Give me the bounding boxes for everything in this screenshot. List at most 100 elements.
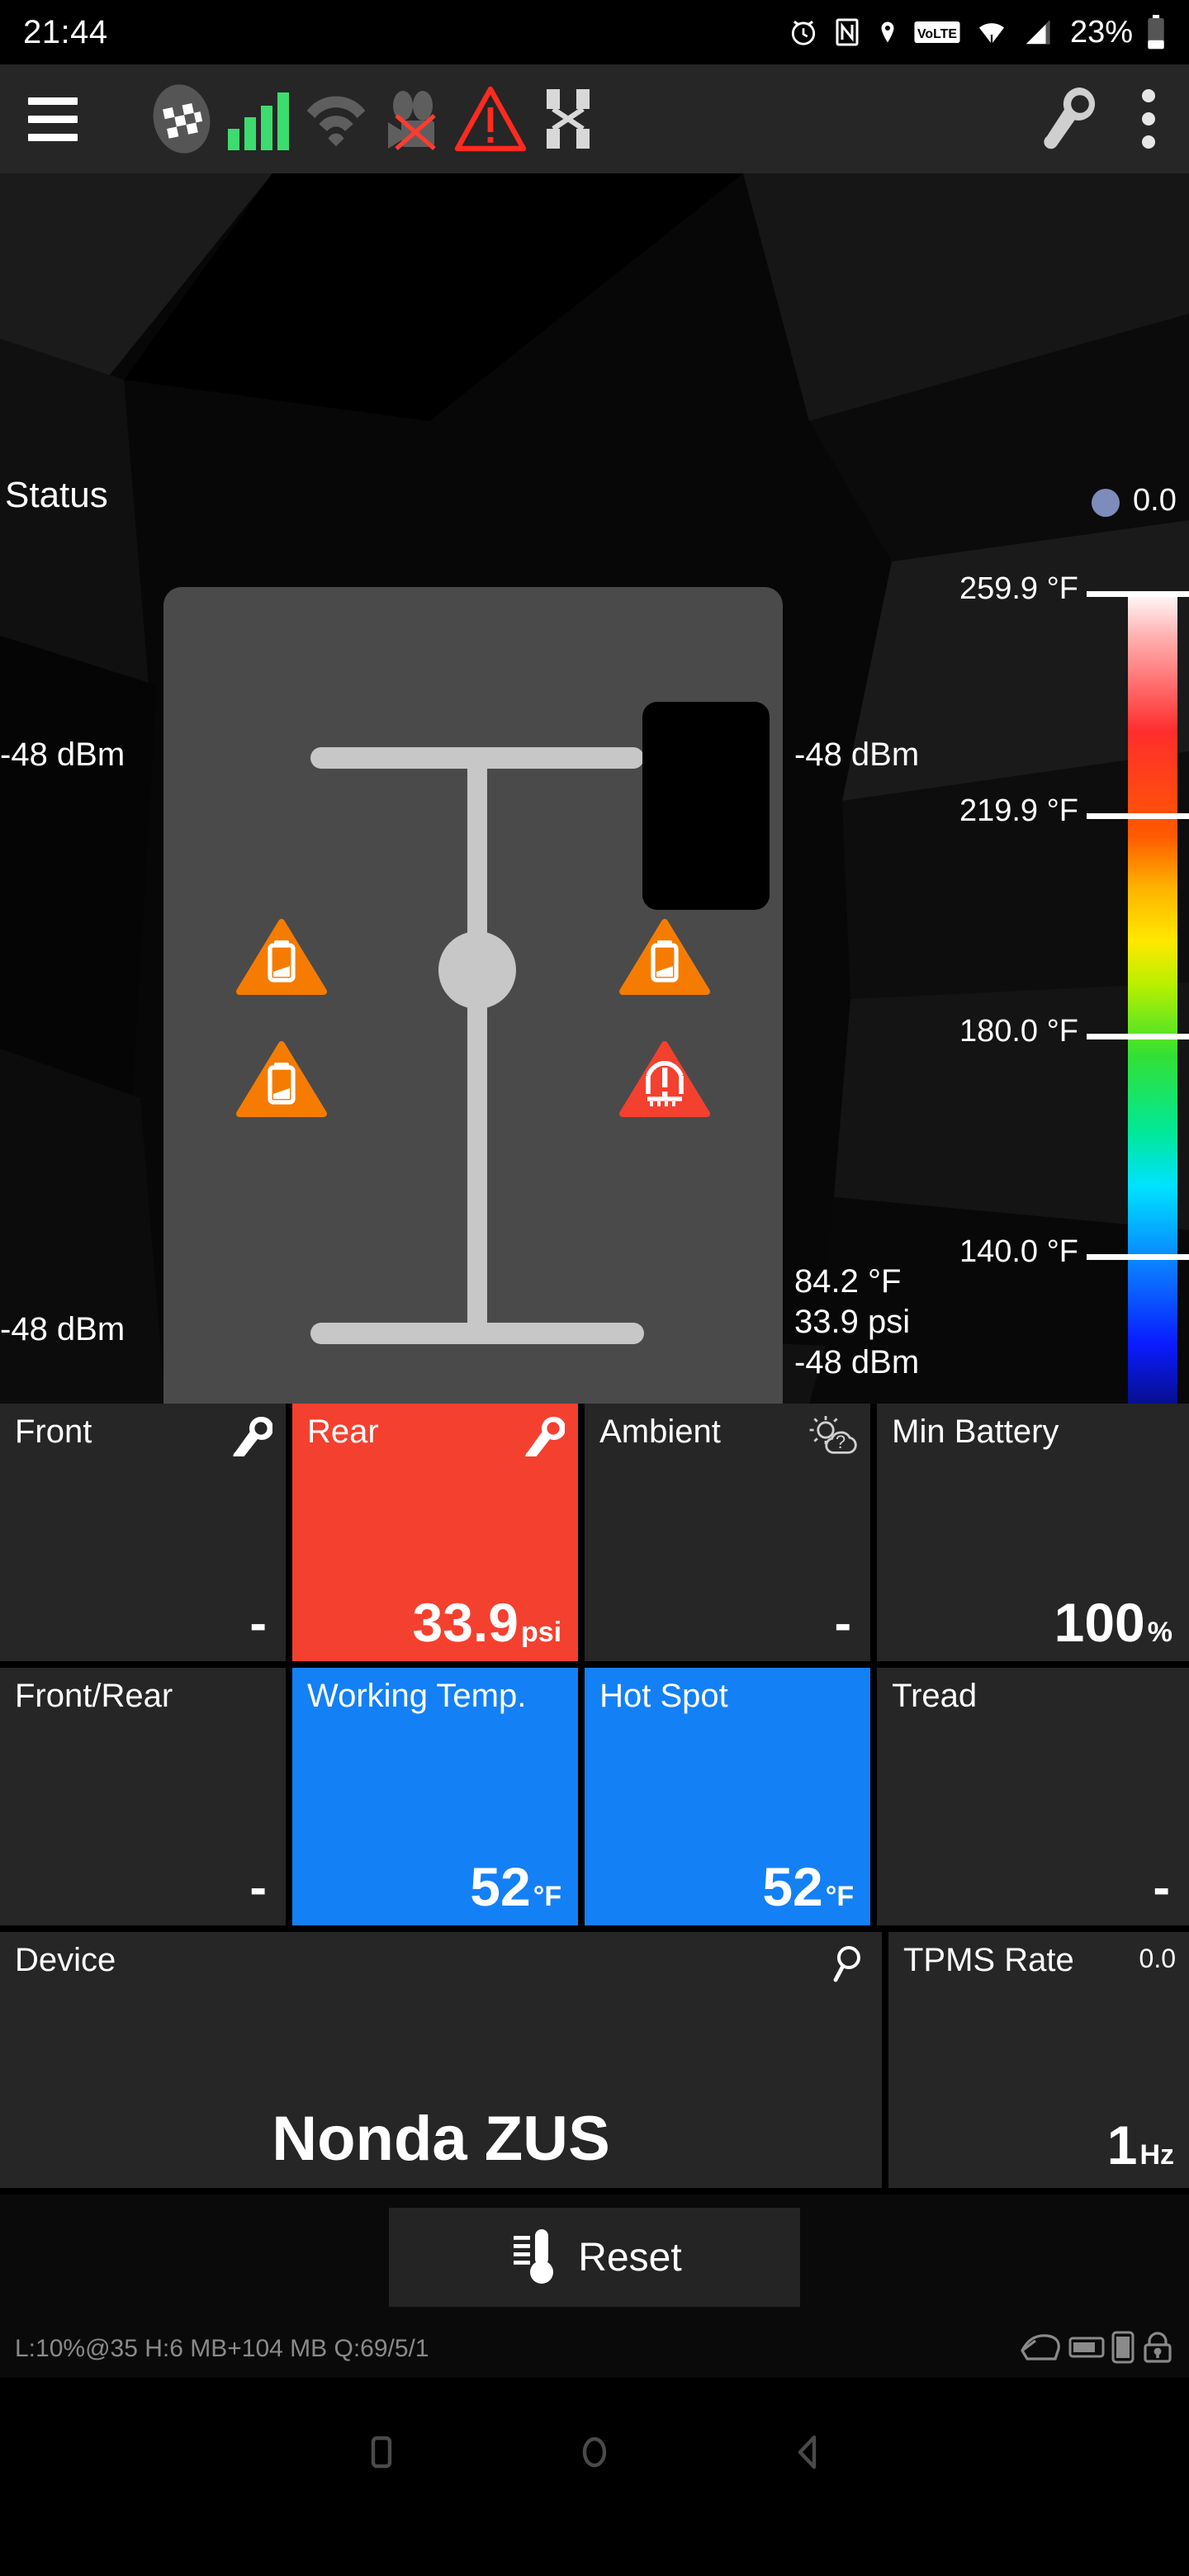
reset-button[interactable]: Reset [389,2208,800,2307]
tile-tpms-rate[interactable]: TPMS Rate 0.0 1 Hz [888,1932,1189,2188]
eye-icon [1019,2331,1062,2368]
tile-rear[interactable]: Rear 33.9 psi [292,1404,579,1661]
tire-pressure-value: 33.9 psi [794,1303,911,1340]
scale-indicator-dot [1092,489,1120,517]
tire-status-panel: Status -48 dBm -48 dBm -48 dBm 84.2 °F 3… [0,173,1189,1404]
tpms-pressure-warning-icon[interactable] [619,1039,710,1119]
front-right-signal-label: -48 dBm [794,736,920,773]
rear-left-signal-label: -48 dBm [0,1311,126,1347]
device-name-value: Nonda ZUS [272,2104,610,2174]
tile-row-1: Front - Rear 33.9 psi Ambient ? - Min Ba… [0,1404,1189,1668]
recents-button[interactable] [362,2432,401,2472]
chassis-hub [438,931,516,1009]
svg-text:?: ? [836,1432,846,1452]
tile-hot-spot[interactable]: Hot Spot 52 °F [585,1668,871,1925]
weather-unknown-icon[interactable]: ? [806,1413,857,1464]
debug-footer: L:10%@35 H:6 MB+104 MB Q:69/5/1 [0,2320,1189,2378]
tire-swap-icon[interactable] [530,81,606,157]
temperature-color-scale [1128,591,1177,1404]
cell-signal-icon [1022,17,1054,48]
tile-title: TPMS Rate [903,1942,1074,1978]
status-bar-icons: VoLTE 23% [788,15,1166,50]
tile-front-rear[interactable]: Front/Rear - [0,1668,287,1925]
warning-triangle-icon[interactable] [451,79,530,159]
tile-title: Hot Spot [599,1678,728,1714]
tile-row-2: Front/Rear - Working Temp. 52 °F Hot Spot… [0,1668,1189,1932]
search-icon[interactable] [826,1942,869,1989]
wrench-icon[interactable] [230,1413,274,1461]
tile-title: Min Battery [892,1413,1059,1450]
tile-row-3: Device Nonda ZUS TPMS Rate 0.0 1 Hz [0,1932,1189,2195]
tile-value: - [249,1859,268,1916]
tile-value: - [834,1595,852,1652]
front-left-signal-label: -48 dBm [0,736,126,773]
wifi-icon[interactable] [297,80,375,158]
tire-signal-value: -48 dBm [794,1343,920,1380]
tile-title: Front/Rear [15,1678,173,1714]
tile-value: 33.9 psi [412,1592,562,1653]
back-button[interactable] [788,2432,827,2472]
hamburger-menu-icon[interactable] [28,97,78,141]
volte-icon: VoLTE [913,17,961,47]
tile-value: - [249,1595,268,1652]
footer-icons [1019,2331,1174,2368]
scale-tick [1087,591,1189,597]
tpms-rate-value: 1 Hz [1106,2114,1174,2176]
tile-working-temp[interactable]: Working Temp. 52 °F [292,1668,579,1925]
tile-value: 52 °F [470,1856,562,1917]
scale-tick-label: 219.9 °F [959,793,1078,828]
scale-tick-label: 180.0 °F [959,1014,1078,1049]
lock-icon [1141,2331,1174,2368]
tile-tread[interactable]: Tread - [877,1668,1189,1925]
location-icon [875,17,900,48]
tile-value: - [1153,1859,1170,1916]
tile-value: 100% [1054,1592,1172,1653]
thermometer-icon [507,2224,557,2291]
debug-status-text: L:10%@35 H:6 MB+104 MB Q:69/5/1 [15,2335,429,2362]
tile-ambient[interactable]: Ambient ? - [585,1404,871,1661]
low-battery-warning-icon[interactable] [236,917,327,997]
wrench-icon[interactable] [1037,81,1098,157]
rear-right-tire-block[interactable] [642,702,770,910]
tire-readout: 84.2 °F 33.9 psi -48 dBm [794,1262,919,1382]
scale-tick [1087,813,1189,819]
status-bar-clock: 21:44 [23,13,108,50]
battery-icon [1146,15,1166,50]
system-status-bar: 21:44 VoLTE 23% [0,0,1189,64]
checkered-flag-icon[interactable] [142,79,221,159]
tile-value: 52 °F [762,1856,855,1917]
tile-title: Tread [892,1678,978,1714]
signal-bars-icon[interactable] [221,81,297,157]
app-toolbar [0,64,1189,173]
chassis-spine [467,752,487,1330]
alarm-icon [788,17,819,48]
tile-min-battery[interactable]: Min Battery 100% [877,1404,1189,1661]
battery-percent-label: 23% [1069,14,1133,50]
phone-icon [1111,2331,1135,2368]
overflow-menu-icon[interactable] [1136,81,1161,157]
reset-area: Reset [0,2195,1189,2320]
home-button[interactable] [575,2432,614,2472]
android-navigation-bar [0,2378,1189,2526]
tile-title: Device [15,1942,116,1978]
tile-device[interactable]: Device Nonda ZUS [0,1932,882,2188]
nfc-icon [832,17,862,48]
tile-title: Working Temp. [307,1678,527,1714]
scale-tick [1087,1254,1189,1260]
vehicle-diagram[interactable] [163,587,783,1404]
low-battery-warning-icon[interactable] [236,1039,327,1119]
tpms-rate-badge: 0.0 [1139,1944,1176,1973]
wifi-icon [974,17,1009,48]
tile-front[interactable]: Front - [0,1404,287,1661]
camera-off-icon[interactable] [375,81,451,157]
svg-text:VoLTE: VoLTE [917,27,957,41]
scale-tick-label: 140.0 °F [959,1234,1078,1269]
reset-label: Reset [578,2235,682,2280]
scale-tick-label: 259.9 °F [959,571,1078,606]
status-title: Status [5,475,108,515]
low-battery-warning-icon[interactable] [619,917,710,997]
battery-icon [1068,2333,1105,2365]
scale-tick [1087,1034,1189,1039]
scale-indicator-value: 0.0 [1133,483,1177,518]
wrench-icon[interactable] [522,1413,566,1461]
